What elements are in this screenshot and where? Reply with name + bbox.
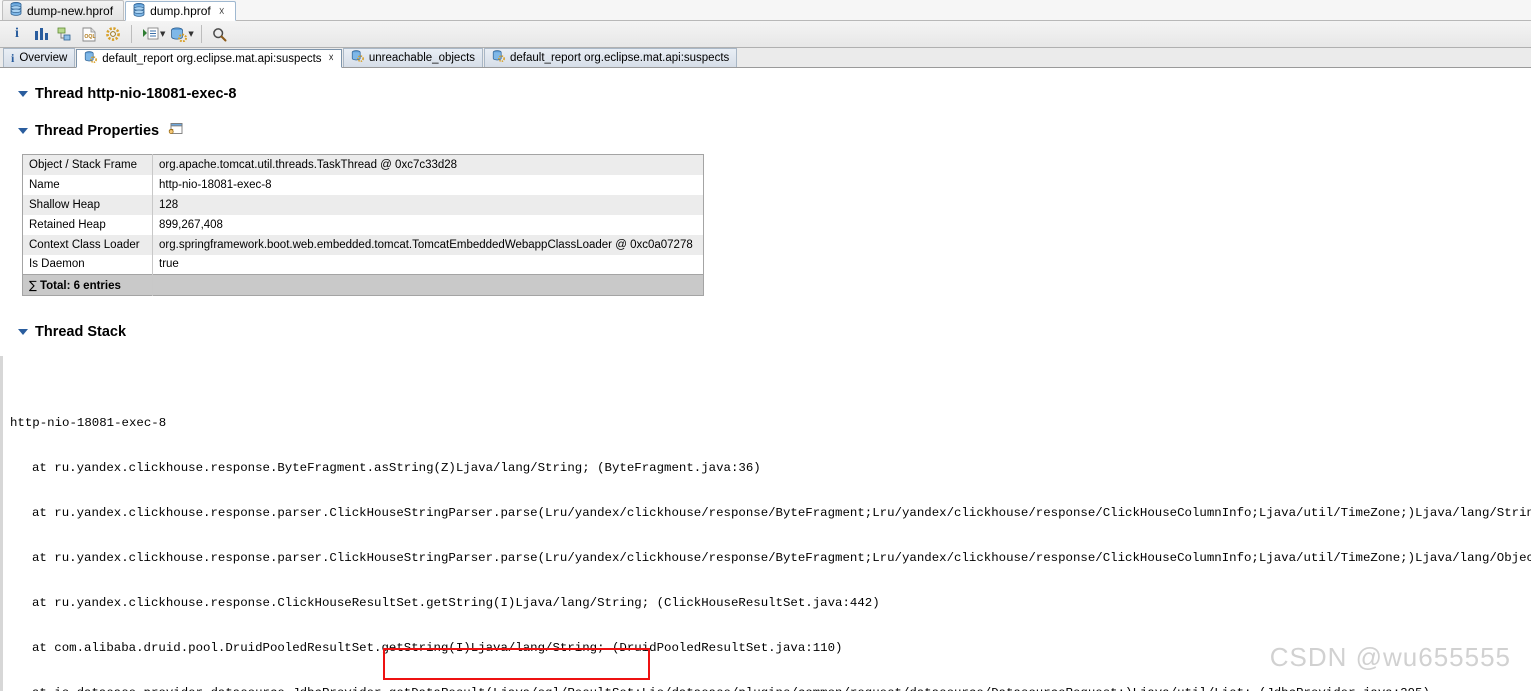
thread-stack-header[interactable]: Thread Stack: [0, 324, 1531, 340]
table-row[interactable]: Retained Heap 899,267,408: [22, 214, 704, 235]
row-value: 128: [152, 194, 704, 215]
total-empty-cell: [152, 274, 704, 296]
view-tab-unreachable-objects[interactable]: unreachable_objects: [342, 48, 484, 67]
stack-left-rule: [0, 356, 3, 691]
view-tab-label: Overview: [19, 52, 68, 64]
table-row[interactable]: Object / Stack Frame org.apache.tomcat.u…: [22, 154, 704, 175]
info-icon: i: [11, 50, 15, 65]
stack-thread-name: http-nio-18081-exec-8: [10, 416, 167, 430]
view-tab-default-report-suspects-2[interactable]: default_report org.eclipse.mat.api:suspe…: [484, 48, 738, 67]
stack-frame: at com.alibaba.druid.pool.DruidPooledRes…: [32, 641, 843, 655]
thread-section-header[interactable]: Thread http-nio-18081-exec-8: [0, 86, 1531, 102]
table-row[interactable]: Context Class Loader org.springframework…: [22, 234, 704, 255]
query-browser-icon[interactable]: [167, 23, 189, 45]
thread-stack-trace[interactable]: http-nio-18081-exec-8 at ru.yandex.click…: [0, 356, 1531, 691]
oql-icon[interactable]: OQL: [78, 23, 100, 45]
section-label: Thread Properties: [35, 123, 160, 139]
view-tab-label: unreachable_objects: [368, 52, 476, 64]
export-view-icon[interactable]: [168, 122, 183, 140]
report-content: Thread http-nio-18081-exec-8 Thread Prop…: [0, 68, 1531, 691]
stack-frame: at io.dataease.provider.datasource.JdbcP…: [10, 686, 1531, 691]
overview-info-icon[interactable]: i: [6, 23, 28, 45]
editor-tabbar: dump-new.hprof dump.hprof ☓: [0, 0, 1531, 21]
total-label: Total: 6 entries: [39, 280, 121, 292]
view-tab-label: default_report org.eclipse.mat.api:suspe…: [102, 52, 322, 65]
editor-tab-dump[interactable]: dump.hprof ☓: [125, 1, 236, 21]
histogram-icon[interactable]: [30, 23, 52, 45]
close-icon[interactable]: ☓: [219, 5, 225, 18]
svg-text:OQL: OQL: [84, 34, 96, 40]
sigma-icon: ∑: [29, 278, 37, 292]
editor-tab-label: dump-new.hprof: [27, 3, 114, 18]
main-toolbar: i OQL ▼ ▼: [0, 21, 1531, 48]
stack-frame: at ru.yandex.clickhouse.response.parser.…: [32, 551, 1531, 565]
row-key: Context Class Loader: [22, 234, 153, 255]
editor-tab-dump-new[interactable]: dump-new.hprof: [2, 0, 125, 20]
row-key: Object / Stack Frame: [22, 154, 153, 175]
table-row[interactable]: Shallow Heap 128: [22, 194, 704, 215]
view-tab-default-report-suspects[interactable]: default_report org.eclipse.mat.api:suspe…: [76, 49, 342, 68]
view-tab-label: default_report org.eclipse.mat.api:suspe…: [510, 52, 730, 64]
row-value: org.springframework.boot.web.embedded.to…: [152, 234, 704, 255]
run-expert-system-test-icon[interactable]: [139, 23, 161, 45]
chevron-down-icon[interactable]: ▼: [160, 30, 165, 38]
close-icon[interactable]: ☓: [329, 53, 334, 64]
report-icon: [492, 50, 505, 66]
inspector-gear-icon[interactable]: [102, 23, 124, 45]
row-key: Is Daemon: [22, 254, 153, 275]
stack-frame: at ru.yandex.clickhouse.response.ByteFra…: [32, 461, 761, 475]
editor-tab-label: dump.hprof: [150, 4, 211, 18]
section-label: Thread Stack: [35, 324, 127, 340]
total-cell: ∑ Total: 6 entries: [22, 274, 153, 296]
report-icon: [351, 50, 364, 66]
dominator-tree-icon[interactable]: [54, 23, 76, 45]
row-value: true: [152, 254, 704, 275]
row-value: 899,267,408: [152, 214, 704, 235]
collapse-triangle-icon[interactable]: [18, 91, 28, 97]
report-icon: [84, 50, 98, 67]
row-key: Name: [22, 174, 153, 195]
table-total-row: ∑ Total: 6 entries: [22, 274, 704, 296]
table-row[interactable]: Is Daemon true: [22, 254, 704, 275]
heap-dump-icon: [10, 2, 22, 19]
row-key: Shallow Heap: [22, 194, 153, 215]
chevron-down-icon[interactable]: ▼: [188, 30, 193, 38]
collapse-triangle-icon[interactable]: [18, 329, 28, 335]
toolbar-separator: [131, 25, 132, 43]
collapse-triangle-icon[interactable]: [18, 128, 28, 134]
view-tab-overview[interactable]: i Overview: [3, 48, 76, 67]
toolbar-separator: [200, 25, 202, 43]
thread-properties-header[interactable]: Thread Properties: [0, 122, 1531, 140]
stack-frame: at ru.yandex.clickhouse.response.parser.…: [32, 506, 1531, 520]
row-value: http-nio-18081-exec-8: [152, 174, 704, 195]
table-row[interactable]: Name http-nio-18081-exec-8: [22, 174, 704, 195]
heap-dump-icon: [133, 2, 145, 20]
row-value: org.apache.tomcat.util.threads.TaskThrea…: [152, 154, 704, 175]
stack-frame: at ru.yandex.clickhouse.response.ClickHo…: [32, 596, 880, 610]
search-icon[interactable]: [209, 23, 231, 45]
row-key: Retained Heap: [22, 214, 153, 235]
page-title: Thread http-nio-18081-exec-8: [35, 86, 237, 102]
view-tabbar: i Overview default_report org.eclipse.ma…: [0, 48, 1531, 68]
thread-properties-table[interactable]: Object / Stack Frame org.apache.tomcat.u…: [22, 154, 704, 296]
